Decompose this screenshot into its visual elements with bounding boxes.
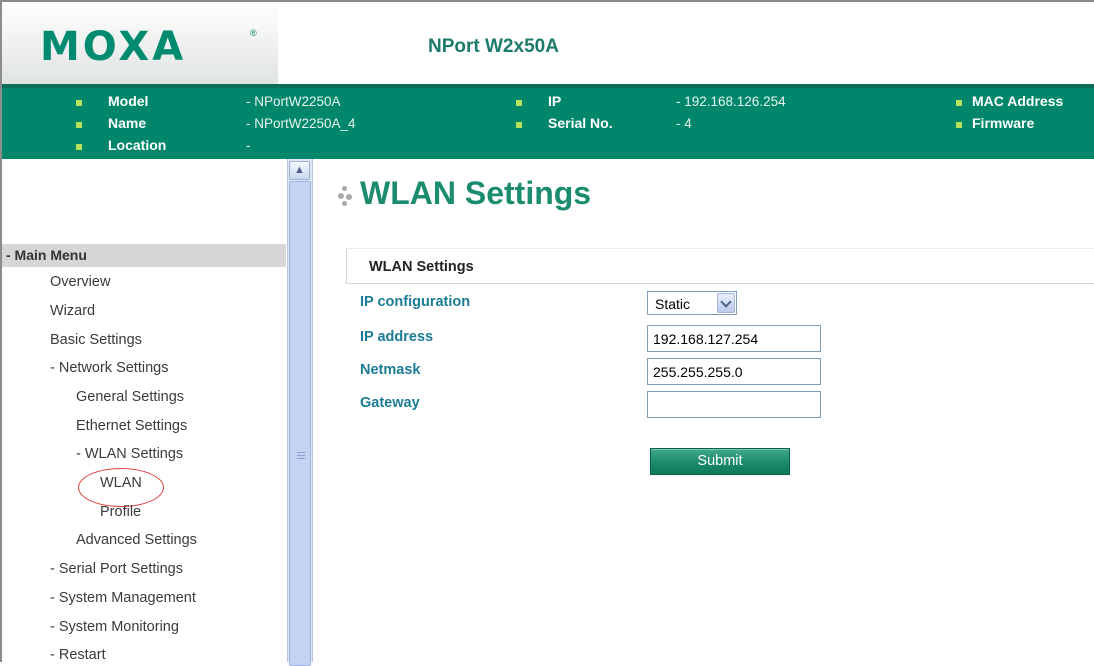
firmware-label: Firmware [972, 115, 1035, 131]
netmask-input[interactable]: 255.255.255.0 [647, 358, 821, 385]
serial-value: - 4 [676, 116, 692, 131]
bullet-icon [76, 144, 82, 150]
ip-address-input[interactable]: 192.168.127.254 [647, 325, 821, 352]
chevron-down-icon[interactable] [717, 293, 735, 313]
scroll-up-arrow-icon[interactable]: ▲ [289, 161, 310, 180]
menu-item-serial-port-settings[interactable]: - Serial Port Settings [50, 561, 183, 577]
submit-button[interactable]: Submit [650, 448, 790, 475]
registered-mark: ® [250, 28, 257, 38]
device-info-bar: Model - NPortW2250A Name - NPortW2250A_4… [2, 84, 1094, 159]
ip-configuration-value: Static [655, 296, 691, 312]
scroll-thumb[interactable] [289, 181, 311, 666]
highlight-circle [78, 468, 164, 507]
gateway-input[interactable] [647, 391, 821, 418]
location-label: Location [108, 137, 167, 153]
bullet-icon [76, 122, 82, 128]
name-value: - NPortW2250A_4 [246, 116, 356, 131]
title-dots-icon [338, 186, 358, 210]
name-label: Name [108, 115, 147, 131]
model-value: - NPortW2250A [246, 94, 341, 109]
sidebar-scrollbar[interactable]: ▲ [287, 159, 313, 666]
ip-address-label: IP address [360, 329, 434, 345]
bullet-icon [956, 100, 962, 106]
serial-label: Serial No. [548, 115, 613, 131]
ip-label: IP [548, 93, 562, 109]
logo-area: MOXA ® [2, 2, 278, 84]
menu-item-system-management[interactable]: - System Management [50, 590, 196, 606]
main-menu-header[interactable]: - Main Menu [2, 244, 286, 267]
ip-value: - 192.168.126.254 [676, 94, 786, 109]
menu-item-basic-settings[interactable]: Basic Settings [50, 332, 142, 348]
ip-configuration-select[interactable]: Static [647, 291, 737, 315]
mac-address-label: MAC Address [972, 93, 1064, 109]
grip-icon [297, 452, 305, 453]
bullet-icon [516, 122, 522, 128]
model-label: Model [108, 93, 149, 109]
menu-item-system-monitoring[interactable]: - System Monitoring [50, 619, 179, 635]
menu-item-network-settings[interactable]: - Network Settings [50, 360, 168, 376]
menu-item-wizard[interactable]: Wizard [50, 303, 95, 319]
menu-item-overview[interactable]: Overview [50, 274, 110, 290]
bullet-icon [956, 122, 962, 128]
moxa-logo: MOXA [40, 24, 187, 70]
menu-item-profile[interactable]: Profile [100, 504, 141, 520]
netmask-label: Netmask [360, 362, 421, 378]
menu-item-ethernet-settings[interactable]: Ethernet Settings [76, 418, 187, 434]
location-value: - [246, 138, 251, 153]
menu-item-wlan-settings[interactable]: - WLAN Settings [76, 446, 183, 462]
product-name: NPort W2x50A [428, 36, 559, 57]
page-title: WLAN Settings [360, 175, 592, 211]
sidebar: - Main Menu Overview Wizard Basic Settin… [2, 159, 286, 663]
header: MOXA ® NPort W2x50A [2, 2, 1094, 84]
menu-item-advanced-settings[interactable]: Advanced Settings [76, 532, 197, 548]
menu-item-general-settings[interactable]: General Settings [76, 389, 184, 405]
ip-configuration-label: IP configuration [360, 294, 471, 310]
gateway-label: Gateway [360, 395, 420, 411]
menu-item-restart[interactable]: - Restart [50, 647, 106, 663]
section-header: WLAN Settings [346, 248, 1094, 284]
bullet-icon [76, 100, 82, 106]
bullet-icon [516, 100, 522, 106]
